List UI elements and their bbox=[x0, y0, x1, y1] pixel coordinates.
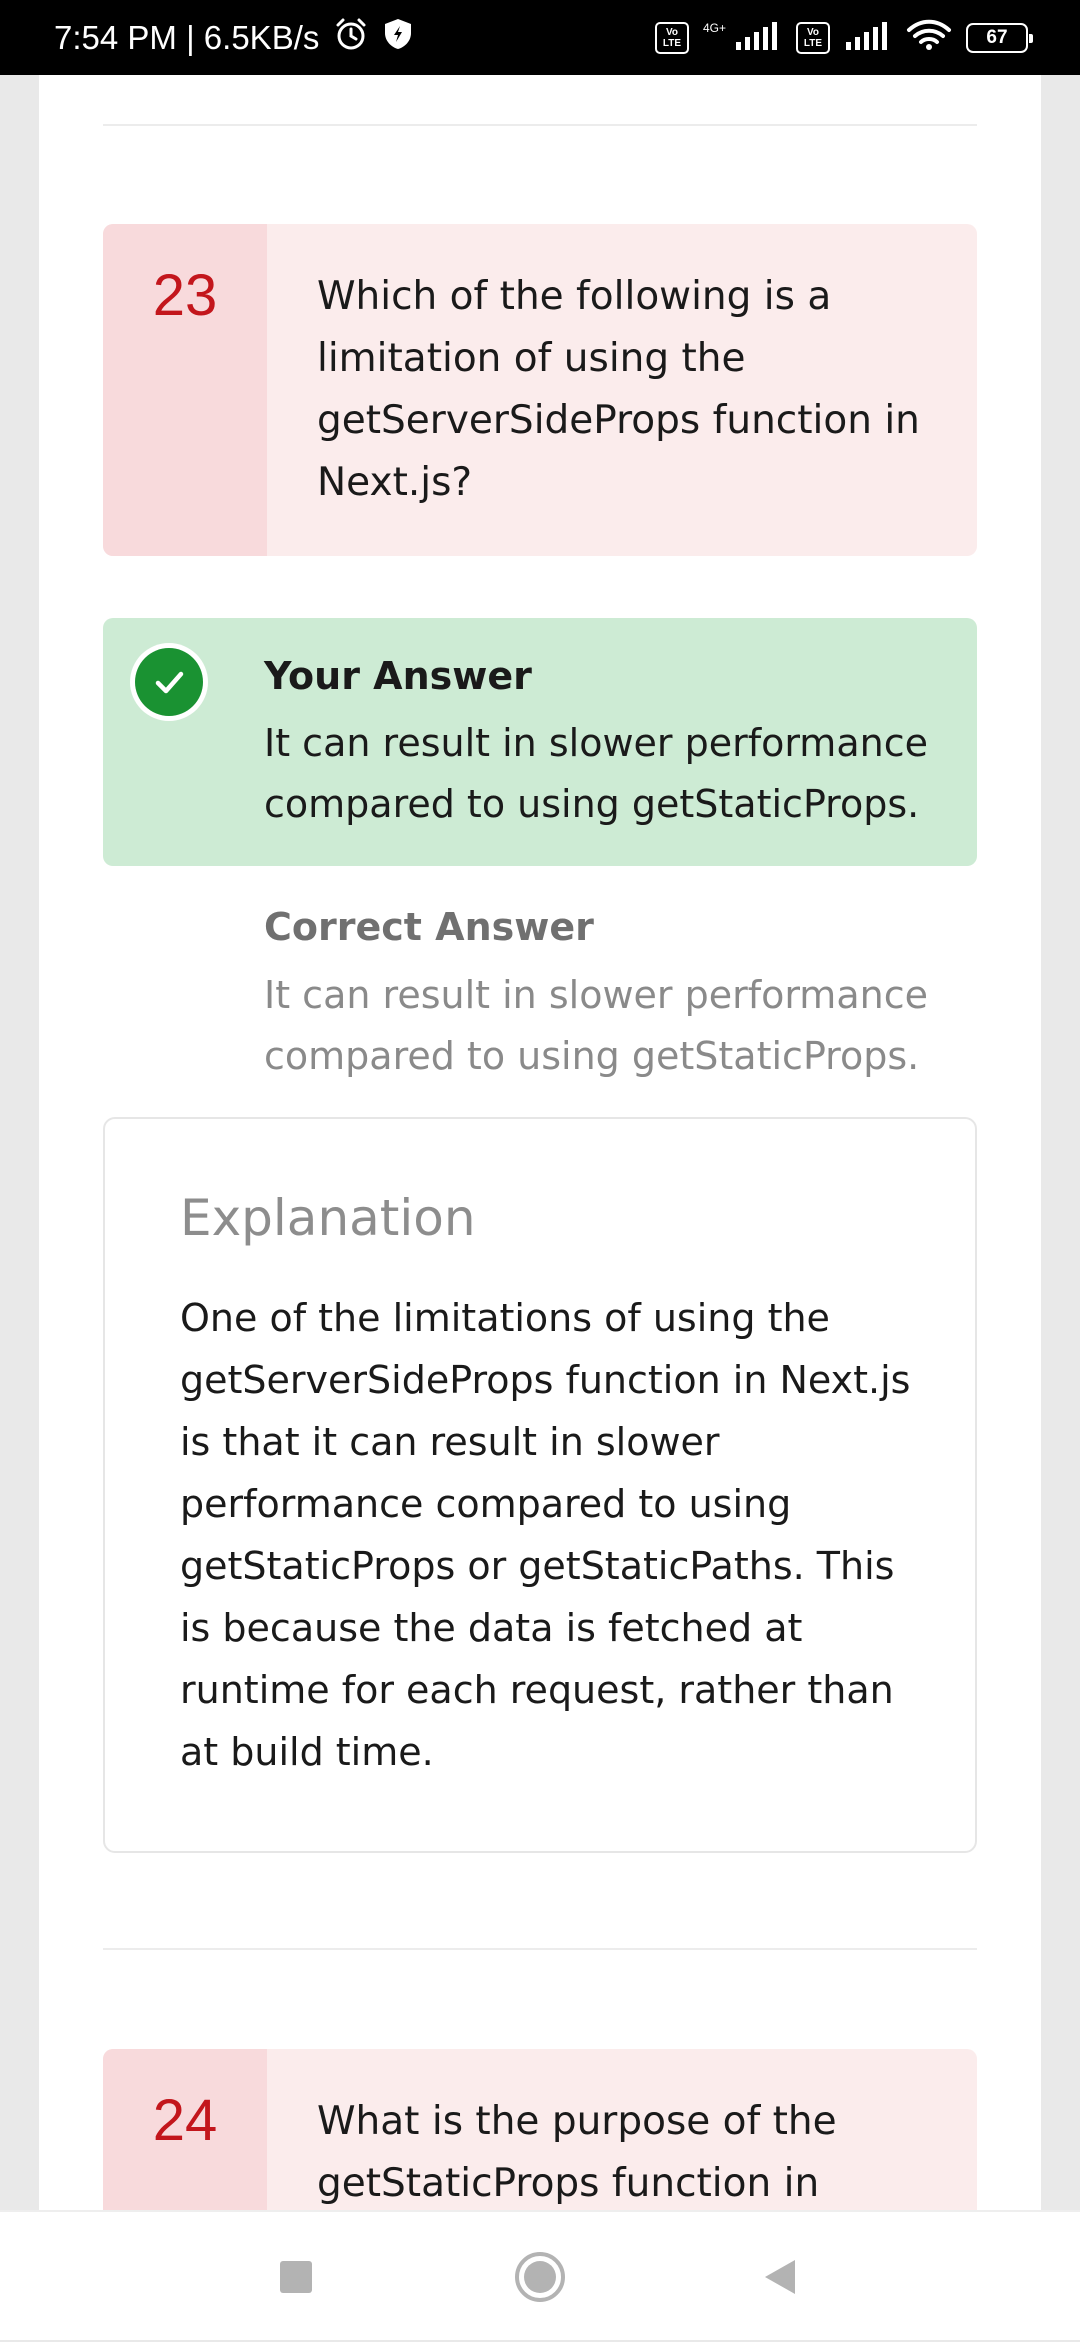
section-divider bbox=[103, 124, 977, 126]
your-answer-card: Your Answer It can result in slower perf… bbox=[103, 618, 977, 866]
shield-icon bbox=[383, 17, 413, 59]
your-answer-title: Your Answer bbox=[264, 654, 532, 698]
question-card: 24 What is the purpose of the getStaticP… bbox=[103, 2049, 977, 2210]
correct-answer-title: Correct Answer bbox=[264, 905, 594, 949]
signal-icon-2 bbox=[844, 20, 892, 55]
check-icon bbox=[130, 643, 208, 721]
correct-answer-text: It can result in slower performance comp… bbox=[264, 973, 928, 1078]
status-time-speed: 7:54 PM | 6.5KB/s bbox=[54, 18, 320, 56]
explanation-title: Explanation bbox=[180, 1189, 476, 1247]
recent-apps-icon[interactable] bbox=[236, 2212, 356, 2342]
explanation-body: One of the limitations of using the getS… bbox=[180, 1296, 911, 1774]
navigation-bar bbox=[0, 2210, 1080, 2340]
quiz-results-page: 23 Which of the following is a limitatio… bbox=[39, 75, 1041, 2210]
your-answer-text: It can result in slower performance comp… bbox=[264, 721, 928, 826]
status-bar: 7:54 PM | 6.5KB/s Vo LTE 4G+ Vo LTE 67 bbox=[0, 0, 1080, 75]
signal-icon bbox=[734, 20, 782, 55]
volte-icon: Vo LTE bbox=[654, 21, 689, 54]
question-card: 23 Which of the following is a limitatio… bbox=[103, 224, 977, 556]
question-number: 24 bbox=[103, 2049, 267, 2210]
home-icon[interactable] bbox=[480, 2212, 600, 2342]
battery-icon: 67 bbox=[966, 22, 1033, 53]
back-icon[interactable] bbox=[720, 2212, 840, 2342]
volte-icon-2: Vo LTE bbox=[796, 21, 830, 54]
alarm-icon bbox=[333, 16, 369, 60]
wifi-icon bbox=[906, 18, 952, 57]
section-divider bbox=[103, 1948, 977, 1950]
question-text: What is the purpose of the getStaticProp… bbox=[317, 2099, 837, 2206]
question-number: 23 bbox=[103, 224, 267, 556]
question-text: Which of the following is a limitation o… bbox=[317, 274, 920, 505]
explanation-card: Explanation One of the limitations of us… bbox=[103, 1117, 977, 1853]
network-type-label: 4G+ bbox=[702, 20, 726, 35]
